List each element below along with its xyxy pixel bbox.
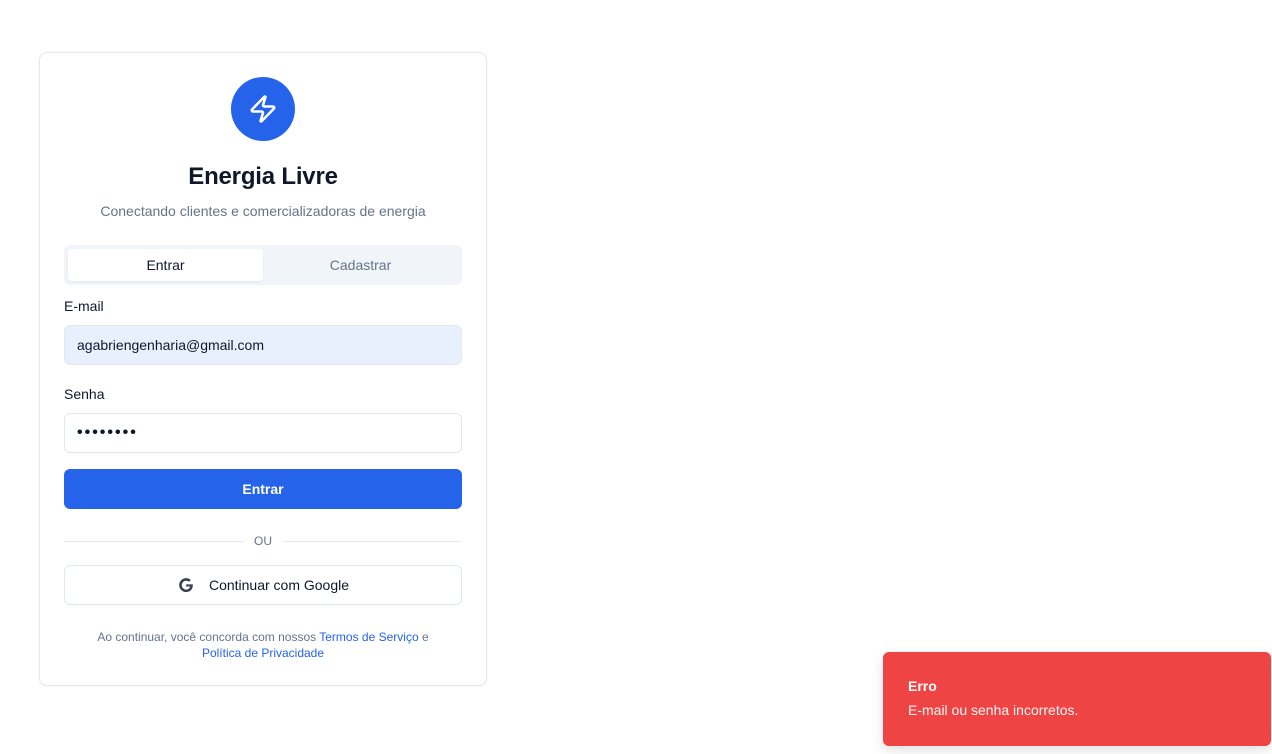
app-title: Energia Livre	[188, 163, 338, 190]
logo	[231, 77, 295, 141]
terms-link[interactable]: Termos de Serviço	[319, 630, 418, 644]
legal-prefix: Ao continuar, você concorda com nossos	[97, 630, 320, 644]
email-label: E-mail	[64, 298, 104, 314]
divider-line-left	[64, 540, 244, 542]
tab-cadastrar[interactable]: Cadastrar	[263, 249, 458, 281]
password-label: Senha	[64, 386, 105, 402]
app-subtitle: Conectando clientes e comercializadoras …	[100, 203, 426, 219]
login-card: Energia Livre Conectando clientes e come…	[39, 52, 487, 686]
legal-conjunction: e	[418, 630, 429, 644]
lightning-bolt-icon	[250, 95, 276, 123]
error-toast[interactable]: Erro E-mail ou senha incorretos.	[883, 652, 1271, 746]
submit-button[interactable]: Entrar	[64, 469, 462, 509]
toast-message: E-mail ou senha incorretos.	[908, 702, 1079, 718]
legal-notice: Ao continuar, você concorda com nossos T…	[64, 629, 462, 661]
auth-tabs: Entrar Cadastrar	[64, 245, 462, 285]
password-field[interactable]: ••••••••	[64, 413, 462, 453]
divider-line-right	[282, 540, 462, 542]
privacy-link[interactable]: Política de Privacidade	[202, 646, 324, 660]
divider-text: OU	[254, 534, 272, 548]
or-divider: OU	[64, 533, 462, 549]
email-field[interactable]: agabriengenharia@gmail.com	[64, 325, 462, 365]
tab-entrar[interactable]: Entrar	[68, 249, 263, 281]
google-icon	[179, 578, 193, 593]
google-button-label: Continuar com Google	[208, 577, 350, 593]
google-signin-button[interactable]: Continuar com Google	[64, 565, 462, 605]
toast-title: Erro	[908, 678, 937, 694]
